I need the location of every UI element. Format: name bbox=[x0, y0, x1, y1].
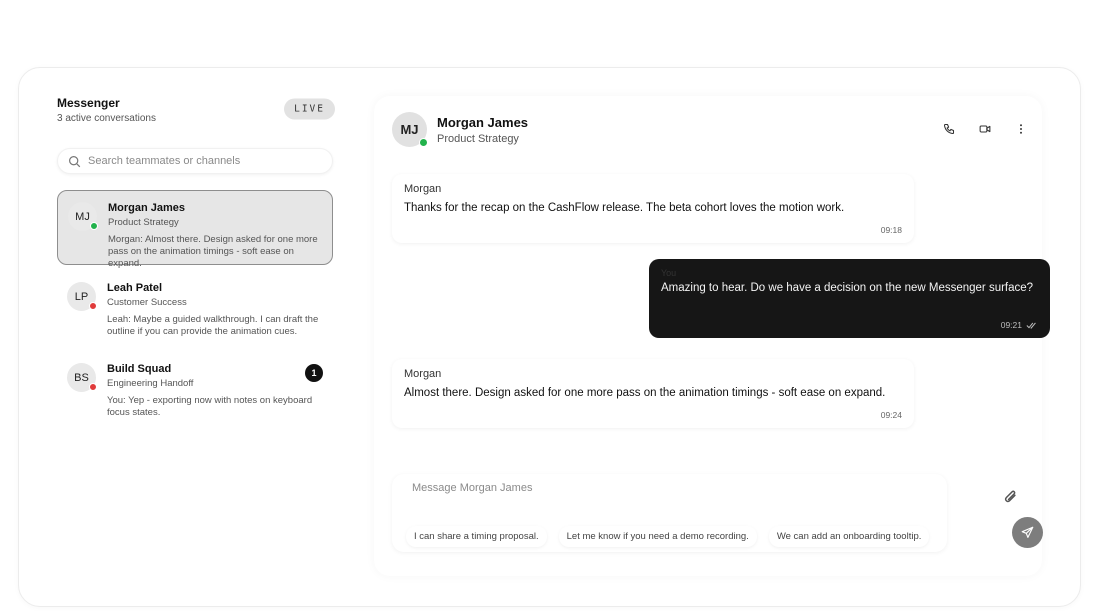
message-composer: I can share a timing proposal. Let me kn… bbox=[392, 474, 947, 552]
conversation-preview: You: Yep - exporting now with notes on k… bbox=[107, 395, 313, 418]
message-sender: You bbox=[661, 268, 677, 278]
message-bubble-outgoing: You Amazing to hear. Do we have a decisi… bbox=[649, 259, 1050, 338]
unread-count-badge: 1 bbox=[305, 364, 323, 382]
message-text: Amazing to hear. Do we have a decision o… bbox=[661, 282, 1034, 294]
send-button[interactable] bbox=[1012, 517, 1043, 548]
message-sender: Morgan bbox=[404, 368, 442, 380]
message-text: Thanks for the recap on the CashFlow rel… bbox=[404, 202, 845, 214]
chat-header: MJ Morgan James Product Strategy bbox=[392, 112, 1032, 152]
conversation-role: Product Strategy bbox=[108, 217, 179, 228]
contact-role: Product Strategy bbox=[437, 133, 519, 145]
sidebar-header: Messenger 3 active conversations LIVE bbox=[57, 96, 335, 136]
suggestion-chip[interactable]: Let me know if you need a demo recording… bbox=[558, 526, 757, 547]
online-status-dot bbox=[419, 138, 428, 147]
conversation-item-morgan-james[interactable]: MJ Morgan James Product Strategy Morgan:… bbox=[57, 190, 333, 269]
avatar: LP bbox=[67, 282, 97, 311]
conversation-list: MJ Morgan James Product Strategy Morgan:… bbox=[57, 190, 335, 427]
conversation-role: Customer Success bbox=[107, 297, 187, 308]
avatar: MJ bbox=[392, 112, 428, 147]
conversation-item-build-squad[interactable]: BS Build Squad Engineering Handoff You: … bbox=[57, 352, 333, 427]
message-time: 09:24 bbox=[880, 410, 902, 420]
suggestion-chip[interactable]: I can share a timing proposal. bbox=[406, 526, 547, 547]
sidebar: Messenger 3 active conversations LIVE MJ… bbox=[57, 96, 335, 433]
offline-status-dot bbox=[89, 302, 97, 310]
avatar-initials: LP bbox=[74, 290, 89, 303]
suggestion-chip[interactable]: We can add an onboarding tooltip. bbox=[768, 526, 930, 547]
header-actions bbox=[938, 118, 1032, 140]
send-icon bbox=[1021, 526, 1034, 538]
conversation-preview: Morgan: Almost there. Design asked for o… bbox=[108, 234, 318, 269]
avatar-initials: MJ bbox=[75, 210, 90, 223]
conversation-item-leah-patel[interactable]: LP Leah Patel Customer Success Leah: May… bbox=[57, 271, 333, 346]
call-button[interactable] bbox=[938, 118, 960, 140]
read-receipt-icon bbox=[1026, 322, 1036, 329]
contact-name: Morgan James bbox=[437, 115, 529, 130]
video-call-button[interactable] bbox=[974, 118, 996, 140]
conversation-name: Leah Patel bbox=[107, 282, 163, 294]
avatar: BS bbox=[67, 363, 97, 392]
message-text: Almost there. Design asked for one more … bbox=[404, 387, 886, 399]
message-bubble-incoming: Morgan Thanks for the recap on the CashF… bbox=[392, 174, 914, 243]
chat-panel: MJ Morgan James Product Strategy Morgan … bbox=[374, 96, 1050, 576]
suggestion-chips: I can share a timing proposal. Let me kn… bbox=[406, 526, 930, 547]
conversation-role: Engineering Handoff bbox=[107, 378, 194, 389]
video-icon bbox=[979, 125, 991, 133]
more-icon bbox=[1020, 124, 1022, 134]
search-input[interactable] bbox=[88, 149, 328, 173]
attach-icon[interactable] bbox=[1002, 488, 1020, 506]
avatar: MJ bbox=[68, 202, 98, 231]
conversation-name: Build Squad bbox=[107, 363, 172, 375]
online-status-dot bbox=[90, 222, 98, 230]
conversation-name: Morgan James bbox=[108, 202, 186, 214]
message-sender: Morgan bbox=[404, 183, 442, 195]
avatar-initials: BS bbox=[74, 371, 89, 384]
live-badge: LIVE bbox=[284, 98, 335, 120]
more-options-button[interactable] bbox=[1010, 118, 1032, 140]
message-bubble-incoming: Morgan Almost there. Design asked for on… bbox=[392, 359, 914, 428]
message-time: 09:21 bbox=[1000, 320, 1022, 330]
message-input[interactable] bbox=[412, 482, 932, 504]
search-box[interactable] bbox=[57, 148, 333, 174]
search-icon bbox=[69, 156, 81, 168]
avatar-initials: MJ bbox=[400, 122, 419, 137]
message-time: 09:18 bbox=[880, 225, 902, 235]
conversation-preview: Leah: Maybe a guided walkthrough. I can … bbox=[107, 314, 319, 337]
offline-status-dot bbox=[89, 383, 97, 391]
app-shell: Messenger 3 active conversations LIVE MJ… bbox=[18, 67, 1081, 607]
phone-icon bbox=[943, 123, 955, 135]
